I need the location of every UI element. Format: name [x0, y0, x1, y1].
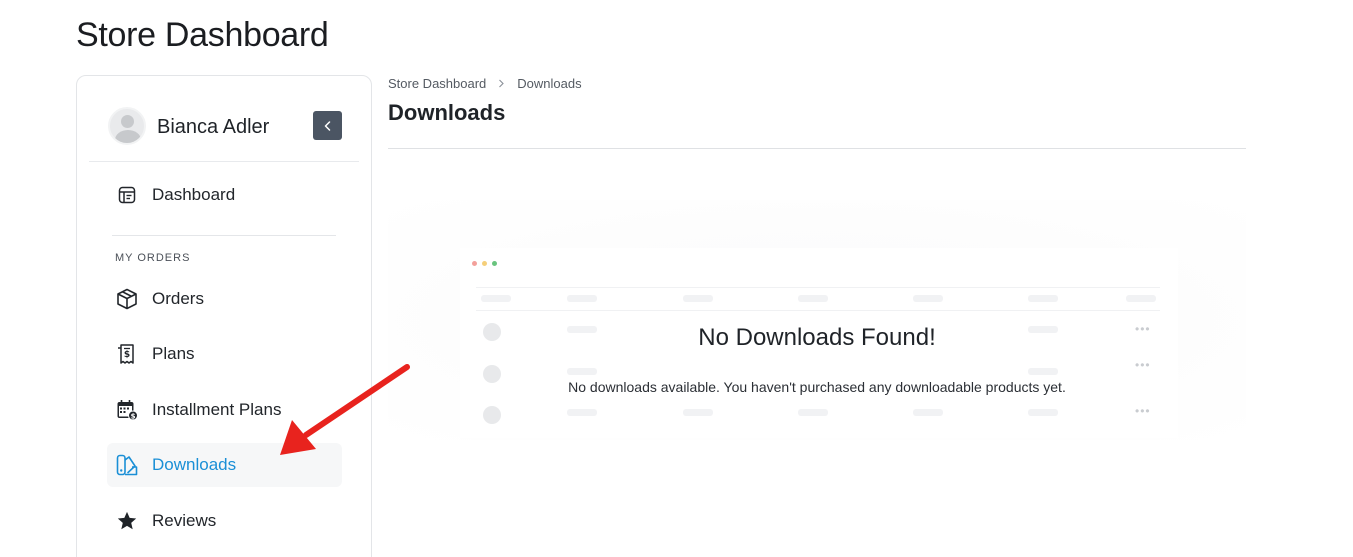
placeholder-bar	[913, 295, 943, 302]
breadcrumb: Store Dashboard Downloads	[388, 76, 582, 91]
svg-text:$: $	[131, 412, 136, 420]
illustration-divider	[476, 287, 1160, 288]
section-label: MY ORDERS	[115, 252, 191, 264]
more-icon: •••	[1135, 404, 1151, 418]
sidebar-item-label: Reviews	[152, 511, 217, 530]
window-dot-red	[472, 261, 477, 266]
placeholder-bar	[481, 295, 511, 302]
placeholder-bar	[683, 409, 713, 416]
sidebar-item-label: Downloads	[152, 455, 237, 474]
placeholder-bar	[1126, 295, 1156, 302]
page-title: Store Dashboard	[76, 16, 329, 54]
divider	[388, 148, 1246, 149]
sidebar-item-installment-plans[interactable]: $ Installment Plans	[107, 388, 342, 432]
placeholder-bar	[567, 295, 597, 302]
sidebar-item-label: Orders	[152, 289, 204, 308]
placeholder-bar	[567, 368, 597, 375]
divider	[112, 235, 336, 236]
sidebar: Bianca Adler Dashboard MY ORDERS Orders …	[76, 75, 372, 557]
receipt-icon: $	[115, 342, 139, 366]
user-profile: Bianca Adler	[89, 76, 359, 162]
placeholder-avatar	[483, 406, 501, 424]
calendar-icon: $	[115, 398, 139, 422]
sidebar-item-label: Plans	[152, 344, 195, 363]
breadcrumb-current: Downloads	[517, 76, 582, 91]
dashboard-icon	[115, 183, 139, 207]
illustration-divider	[476, 310, 1160, 311]
window-dot-yellow	[482, 261, 487, 266]
sidebar-item-reviews[interactable]: Reviews	[107, 499, 342, 543]
placeholder-bar	[683, 295, 713, 302]
box-icon	[115, 287, 139, 311]
star-icon	[115, 509, 139, 533]
placeholder-bar	[567, 409, 597, 416]
empty-state-title: No Downloads Found!	[698, 324, 936, 351]
sidebar-item-downloads[interactable]: Downloads	[107, 443, 342, 487]
avatar	[108, 107, 146, 145]
breadcrumb-link-store-dashboard[interactable]: Store Dashboard	[388, 76, 486, 91]
svg-text:$: $	[124, 350, 130, 360]
content-title: Downloads	[388, 100, 506, 125]
user-name: Bianca Adler	[157, 116, 270, 138]
sidebar-item-orders[interactable]: Orders	[107, 277, 342, 321]
sidebar-item-label: Installment Plans	[152, 400, 282, 419]
placeholder-bar	[1028, 409, 1058, 416]
collapse-sidebar-button[interactable]	[313, 111, 342, 140]
sidebar-item-label: Dashboard	[152, 185, 236, 204]
sidebar-item-dashboard[interactable]: Dashboard	[107, 173, 342, 217]
sidebar-item-plans[interactable]: $ Plans	[107, 332, 342, 376]
placeholder-bar	[1028, 368, 1058, 375]
chevron-right-icon	[498, 77, 505, 91]
chevron-left-icon	[324, 120, 330, 131]
placeholder-bar	[913, 409, 943, 416]
placeholder-bar	[798, 409, 828, 416]
window-dot-green	[492, 261, 497, 266]
placeholder-bar	[798, 295, 828, 302]
empty-state-description: No downloads available. You haven't purc…	[568, 379, 1066, 395]
placeholder-bar	[1028, 295, 1058, 302]
download-files-icon	[115, 453, 139, 477]
more-icon: •••	[1135, 358, 1151, 372]
